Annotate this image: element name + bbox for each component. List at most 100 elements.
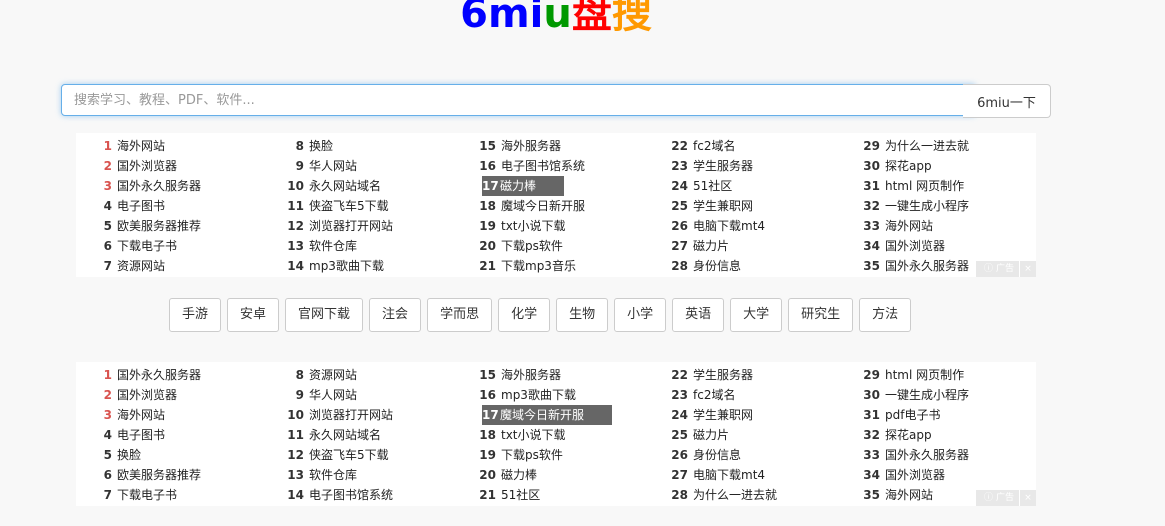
hot-list-item[interactable]: 30 探花app	[844, 156, 1036, 176]
hot-list-item[interactable]: 32 一键生成小程序	[844, 196, 1036, 216]
hot-list-item[interactable]: 26 身份信息	[652, 445, 844, 465]
hot-list-item[interactable]: 17磁力棒	[460, 176, 652, 196]
hot-item-rank: 21	[479, 259, 496, 273]
hot-list-item[interactable]: 22 fc2域名	[652, 136, 844, 156]
hot-list-column: 8 换脸 9 华人网站 10 永久网站域名 11 侠盗飞车5下载 12 浏览器打开网站 13 软件仓库…	[268, 136, 460, 276]
hot-list-item[interactable]: 10 浏览器打开网站	[268, 405, 460, 425]
search-input[interactable]	[61, 84, 975, 116]
tag-button[interactable]: 化学	[498, 298, 551, 332]
hot-list-item[interactable]: 11 永久网站域名	[268, 425, 460, 445]
hot-list-item[interactable]: 31 pdf电子书	[844, 405, 1036, 425]
hot-list-item[interactable]: 27 磁力片	[652, 236, 844, 256]
hot-list-item[interactable]: 33 国外永久服务器	[844, 445, 1036, 465]
hot-list-item[interactable]: 30 一键生成小程序	[844, 385, 1036, 405]
hot-list-item[interactable]: 27 电脑下载mt4	[652, 465, 844, 485]
hot-list-item[interactable]: 20 下载ps软件	[460, 236, 652, 256]
hot-item-rank: 23	[671, 159, 688, 173]
hot-list-item[interactable]: 22 学生服务器	[652, 365, 844, 385]
tag-button[interactable]: 方法	[859, 298, 912, 332]
hot-list-item[interactable]: 1 海外网站	[76, 136, 268, 156]
hot-list-item[interactable]: 31 html 网页制作	[844, 176, 1036, 196]
hot-list-item[interactable]: 19 txt小说下载	[460, 216, 652, 236]
tag-button[interactable]: 小学	[614, 298, 667, 332]
hot-list-item[interactable]: 21 下载mp3音乐	[460, 256, 652, 276]
hot-list-item[interactable]: 11 侠盗飞车5下载	[268, 196, 460, 216]
hot-list-item[interactable]: 16 mp3歌曲下载	[460, 385, 652, 405]
tag-button[interactable]: 安卓	[227, 298, 280, 332]
hot-list-item[interactable]: 18 魔域今日新开服	[460, 196, 652, 216]
hot-list-item[interactable]: 4 电子图书	[76, 196, 268, 216]
hot-list-item[interactable]: 26 电脑下载mt4	[652, 216, 844, 236]
hot-list-item[interactable]: 24 51社区	[652, 176, 844, 196]
hot-list-item[interactable]: 2 国外浏览器	[76, 385, 268, 405]
hot-list-item[interactable]: 5 欧美服务器推荐	[76, 216, 268, 236]
hot-list-item[interactable]: 18 txt小说下载	[460, 425, 652, 445]
hot-item-text: 海外服务器	[501, 368, 562, 382]
hot-list-item[interactable]: 25 学生兼职网	[652, 196, 844, 216]
hot-list-item[interactable]: 8 换脸	[268, 136, 460, 156]
site-logo[interactable]: 6miu盘搜	[0, 0, 1112, 42]
hot-list-item[interactable]: 19 下载ps软件	[460, 445, 652, 465]
tag-button[interactable]: 注会	[369, 298, 422, 332]
hot-list-item[interactable]: 16 电子图书馆系统	[460, 156, 652, 176]
hot-list-item[interactable]: 9 华人网站	[268, 385, 460, 405]
ad-close-icon[interactable]: ×	[1019, 261, 1036, 277]
hot-list-item[interactable]: 17魔域今日新开服	[460, 405, 652, 425]
search-button[interactable]: 6miu一下	[963, 84, 1051, 118]
ad-close-icon[interactable]: ×	[1019, 490, 1036, 506]
hot-list-item[interactable]: 12 侠盗飞车5下载	[268, 445, 460, 465]
hot-list-item[interactable]: 15 海外服务器	[460, 136, 652, 156]
hot-item-text: 电子图书馆系统	[501, 159, 586, 173]
tag-button[interactable]: 学而思	[427, 298, 493, 332]
tag-button[interactable]: 手游	[169, 298, 222, 332]
hot-item-text: mp3歌曲下载	[309, 259, 384, 273]
hot-list-item[interactable]: 14 电子图书馆系统	[268, 485, 460, 505]
hot-list-item[interactable]: 4 电子图书	[76, 425, 268, 445]
hot-list-item[interactable]: 21 51社区	[460, 485, 652, 505]
hot-list-item[interactable]: 12 浏览器打开网站	[268, 216, 460, 236]
hot-item-text: 海外服务器	[501, 139, 562, 153]
hot-list-item[interactable]: 13 软件仓库	[268, 236, 460, 256]
hot-list-item[interactable]: 29 html 网页制作	[844, 365, 1036, 385]
tag-button[interactable]: 大学	[730, 298, 783, 332]
tag-button[interactable]: 研究生	[788, 298, 854, 332]
hot-list-item[interactable]: 6 欧美服务器推荐	[76, 465, 268, 485]
hot-list-item[interactable]: 7 资源网站	[76, 256, 268, 276]
hot-list-item[interactable]: 24 学生兼职网	[652, 405, 844, 425]
hot-list-item[interactable]: 29 为什么一进去就	[844, 136, 1036, 156]
hot-list-item[interactable]: 34 国外浏览器	[844, 465, 1036, 485]
logo-part: u	[543, 0, 572, 37]
hot-item-rank: 20	[479, 239, 496, 253]
hot-list-item[interactable]: 3 国外永久服务器	[76, 176, 268, 196]
hot-list-item[interactable]: 2 国外浏览器	[76, 156, 268, 176]
hot-list-item[interactable]: 15 海外服务器	[460, 365, 652, 385]
tag-button[interactable]: 生物	[556, 298, 609, 332]
hot-item-text: 电子图书馆系统	[309, 488, 394, 502]
hot-list-item[interactable]: 25 磁力片	[652, 425, 844, 445]
tag-button[interactable]: 英语	[672, 298, 725, 332]
hot-list-item[interactable]: 1 国外永久服务器	[76, 365, 268, 385]
ad-info-icon: ⓘ	[984, 264, 994, 274]
hot-list-item[interactable]: 32 探花app	[844, 425, 1036, 445]
tag-button[interactable]: 官网下载	[285, 298, 364, 332]
hot-list-item[interactable]: 5 换脸	[76, 445, 268, 465]
hot-list-item[interactable]: 13 软件仓库	[268, 465, 460, 485]
hot-item-text: 学生兼职网	[693, 199, 754, 213]
hot-list-item[interactable]: 20 磁力棒	[460, 465, 652, 485]
hot-item-text: 国外永久服务器	[885, 448, 970, 462]
hot-list-column: 29 为什么一进去就 30 探花app 31 html 网页制作 32 一键生成小程序 33 海外…	[844, 136, 1036, 276]
hot-list-item[interactable]: 7 下载电子书	[76, 485, 268, 505]
hot-list-column: 1 国外永久服务器 2 国外浏览器 3 海外网站 4 电子图书 5 换脸 6 欧美服务器推荐 7 下载电子…	[76, 365, 268, 505]
hot-list-item[interactable]: 23 fc2域名	[652, 385, 844, 405]
hot-list-item[interactable]: 23 学生服务器	[652, 156, 844, 176]
hot-list-item[interactable]: 14 mp3歌曲下载	[268, 256, 460, 276]
hot-list-item[interactable]: 28 为什么一进去就	[652, 485, 844, 505]
hot-list-item[interactable]: 28 身份信息	[652, 256, 844, 276]
hot-list-item[interactable]: 6 下载电子书	[76, 236, 268, 256]
hot-list-item[interactable]: 3 海外网站	[76, 405, 268, 425]
hot-list-item[interactable]: 34 国外浏览器	[844, 236, 1036, 256]
hot-list-item[interactable]: 9 华人网站	[268, 156, 460, 176]
hot-list-item[interactable]: 10 永久网站域名	[268, 176, 460, 196]
hot-list-item[interactable]: 8 资源网站	[268, 365, 460, 385]
hot-list-item[interactable]: 33 海外网站	[844, 216, 1036, 236]
